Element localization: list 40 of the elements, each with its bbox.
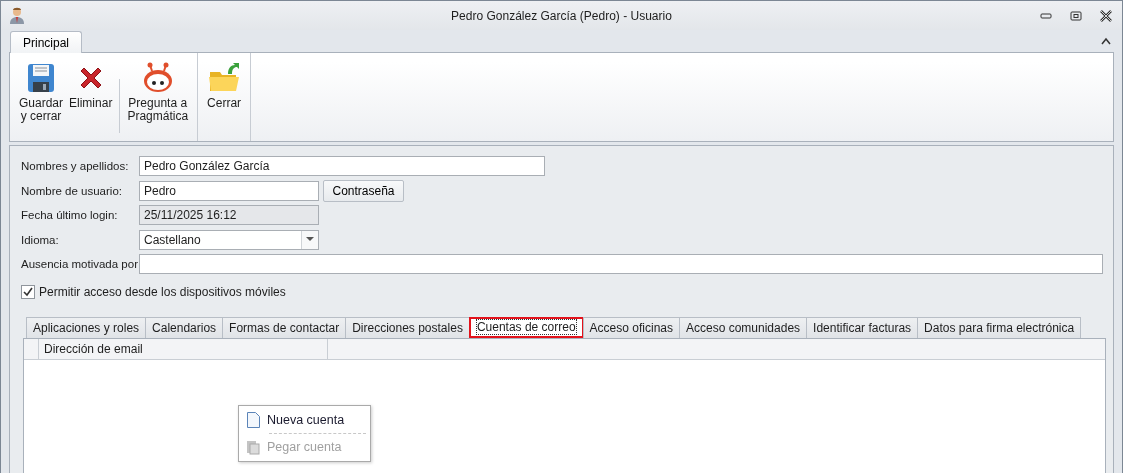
document-icon xyxy=(246,411,260,428)
dropdown-button[interactable] xyxy=(301,230,318,249)
ribbon-tab[interactable]: Principal xyxy=(10,31,83,53)
window-title: Pedro González García (Pedro) - Usuario xyxy=(451,8,672,23)
tab[interactable]: Datos para firma electrónica xyxy=(917,316,1082,338)
caret-icon xyxy=(306,237,314,242)
collapse-caret-icon[interactable] xyxy=(1101,37,1111,45)
folder-arrow-icon xyxy=(208,62,241,94)
tab[interactable]: Formas de contactar xyxy=(222,316,347,338)
robot-face-icon xyxy=(141,62,174,94)
tab[interactable]: Identificar facturas xyxy=(806,316,919,338)
tab[interactable]: Acceso oficinas xyxy=(582,316,680,338)
tab[interactable]: Aplicaciones y roles xyxy=(26,316,147,338)
text-field[interactable]: Pedro xyxy=(139,180,319,201)
checkbox[interactable] xyxy=(21,284,35,299)
text-field[interactable] xyxy=(139,254,1103,274)
text-field[interactable]: Pedro González García xyxy=(139,156,545,176)
restore-icon[interactable] xyxy=(1070,10,1082,21)
ribbon-button[interactable]: Pregunta a Pragmática xyxy=(124,57,192,125)
readonly-field: 25/11/2025 16:12 xyxy=(139,205,319,225)
password-button[interactable]: Contraseña xyxy=(323,179,404,202)
close-icon[interactable] xyxy=(1100,9,1112,22)
field-label: Fecha último login: xyxy=(21,209,119,221)
tab[interactable]: Acceso comunidades xyxy=(679,316,808,338)
ribbon-button[interactable]: Guardar y cerrar xyxy=(16,57,67,125)
ribbon-button[interactable]: Eliminar xyxy=(66,57,116,112)
tab[interactable]: Direcciones postales xyxy=(345,316,470,338)
tab[interactable]: Calendarios xyxy=(145,316,224,338)
dropdown-field[interactable]: Castellano xyxy=(139,229,319,250)
tab[interactable]: Cuentas de correo xyxy=(468,316,584,338)
ribbon-button[interactable]: Cerrar xyxy=(204,57,245,112)
checkbox-label: Permitir acceso desde los dispositivos móviles xyxy=(39,284,286,299)
field-label: Nombre de usuario: xyxy=(21,184,123,197)
field-label: Idioma: xyxy=(21,233,60,246)
user-icon xyxy=(9,6,25,25)
field-label: Nombres y apellidos: xyxy=(21,160,130,172)
minimize-icon[interactable] xyxy=(1040,12,1052,19)
clipboard-icon xyxy=(246,438,260,455)
menu-item[interactable]: Nueva cuenta xyxy=(239,406,370,433)
field-label: Ausencia motivada por: xyxy=(21,258,139,270)
